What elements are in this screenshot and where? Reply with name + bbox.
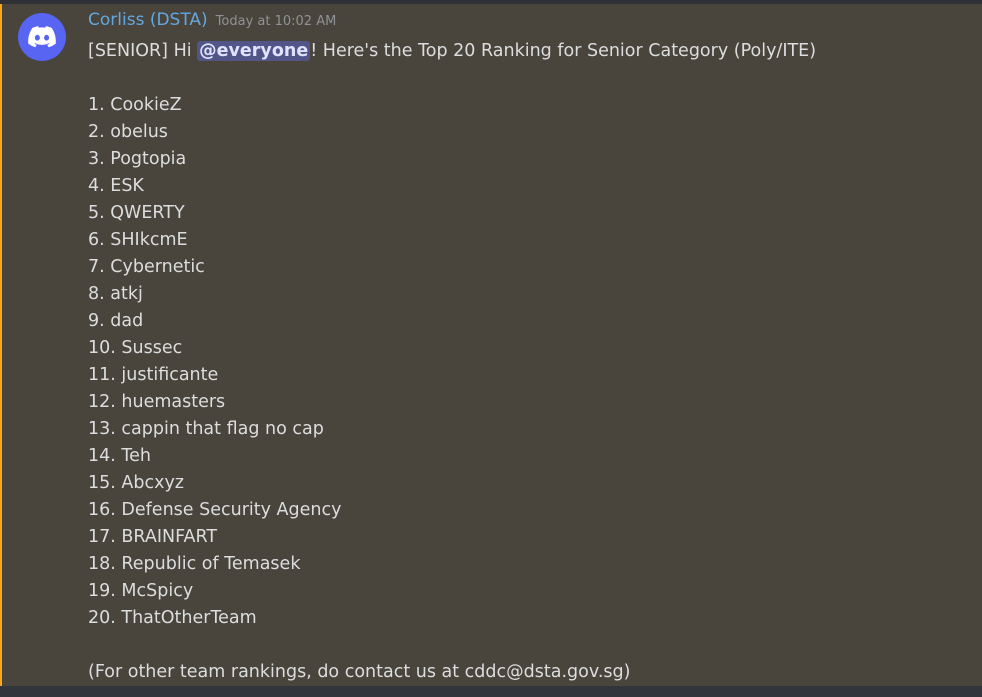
message-header: Corliss (DSTA) Today at 10:02 AM	[88, 10, 336, 32]
mention-highlight-bar	[0, 4, 2, 686]
ranking-item: 19. McSpicy	[88, 581, 194, 601]
ranking-item: 2. obelus	[88, 122, 168, 142]
ranking-item: 5. QWERTY	[88, 203, 185, 223]
ranking-item: 15. Abcxyz	[88, 473, 184, 493]
message-content: [SENIOR] Hi @everyone! Here's the Top 20…	[88, 38, 968, 686]
ranking-item: 6. SHIkcmE	[88, 230, 188, 250]
ranking-item: 9. dad	[88, 311, 144, 331]
ranking-item: 10. Sussec	[88, 338, 183, 358]
ranking-item: 13. cappin that flag no cap	[88, 419, 324, 439]
discord-logo-icon	[28, 26, 56, 48]
ranking-item: 4. ESK	[88, 176, 144, 196]
intro-suffix: ! Here's the Top 20 Ranking for Senior C…	[310, 41, 817, 61]
ranking-item: 3. Pogtopia	[88, 149, 187, 169]
ranking-list: 1. CookieZ 2. obelus 3. Pogtopia 4. ESK 5. Q…	[88, 92, 968, 632]
ranking-item: 1. CookieZ	[88, 95, 182, 115]
bottom-divider	[0, 686, 982, 697]
chat-message: Corliss (DSTA) Today at 10:02 AM [SENIOR]…	[0, 4, 982, 686]
ranking-item: 20. ThatOtherTeam	[88, 608, 257, 628]
intro-prefix: [SENIOR] Hi	[88, 41, 198, 61]
everyone-mention[interactable]: @everyone	[197, 41, 311, 61]
footer-line: (For other team rankings, do contact us …	[88, 662, 631, 682]
intro-line: [SENIOR] Hi @everyone! Here's the Top 20…	[88, 38, 968, 65]
author-name[interactable]: Corliss (DSTA)	[88, 10, 208, 30]
ranking-item: 11. justificante	[88, 365, 219, 385]
ranking-item: 18. Republic of Temasek	[88, 554, 301, 574]
ranking-item: 17. BRAINFART	[88, 527, 218, 547]
avatar[interactable]	[18, 13, 66, 61]
message-timestamp[interactable]: Today at 10:02 AM	[216, 14, 337, 29]
ranking-item: 8. atkj	[88, 284, 143, 304]
ranking-item: 14. Teh	[88, 446, 151, 466]
ranking-item: 7. Cybernetic	[88, 257, 205, 277]
ranking-item: 12. huemasters	[88, 392, 226, 412]
ranking-item: 16. Defense Security Agency	[88, 500, 342, 520]
